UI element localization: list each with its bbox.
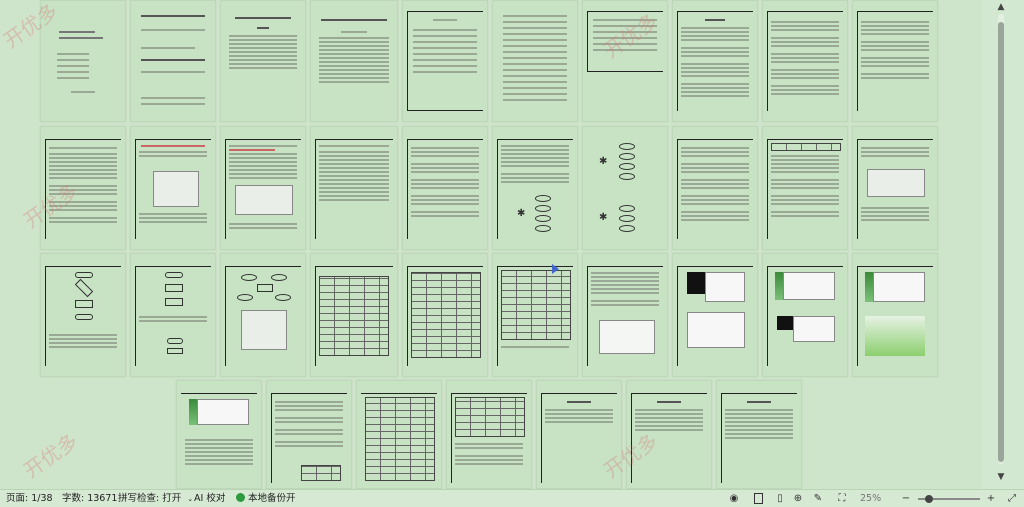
spell-check-toggle[interactable]: 拼写检查: 打开 ⌄ (118, 490, 193, 507)
document-page[interactable] (402, 126, 488, 250)
backup-status-icon (236, 493, 245, 502)
document-page[interactable] (402, 0, 488, 122)
fit-screen-icon[interactable]: ⛶ (836, 493, 848, 505)
document-page[interactable] (130, 253, 216, 377)
read-mode-icon[interactable]: ▯ (774, 493, 786, 505)
document-page[interactable] (762, 253, 848, 377)
document-page[interactable] (220, 126, 306, 250)
document-page[interactable] (582, 253, 668, 377)
document-page[interactable] (40, 253, 126, 377)
scrollbar-thumb[interactable] (998, 22, 1004, 462)
document-page[interactable] (310, 126, 398, 250)
document-canvas[interactable]: ✱ ✱ ✱ 开优多 开优多 开优多 开优多 开优多 (0, 0, 982, 489)
document-page[interactable] (266, 380, 352, 489)
document-page[interactable] (672, 253, 758, 377)
document-page[interactable] (402, 253, 488, 377)
eye-icon[interactable]: ◉ (728, 493, 740, 505)
spell-check-label: 拼写检查: 打开 (118, 493, 182, 504)
document-page[interactable] (672, 0, 758, 122)
document-page[interactable] (130, 126, 216, 250)
word-count[interactable]: 字数: 13671 (62, 490, 117, 507)
plus-icon[interactable]: + (985, 493, 997, 505)
document-page[interactable]: ✱ ✱ (582, 126, 668, 250)
document-page[interactable] (310, 253, 398, 377)
backup-label: 本地备份开 (248, 493, 296, 504)
document-page[interactable]: ✱ (492, 126, 578, 250)
document-page[interactable] (130, 0, 216, 122)
document-page[interactable] (852, 126, 938, 250)
document-page[interactable] (762, 0, 848, 122)
globe-icon[interactable]: ⊕ (792, 493, 804, 505)
document-page[interactable] (492, 253, 578, 377)
chevron-down-icon: ⌄ (187, 495, 194, 503)
document-page[interactable] (220, 253, 306, 377)
zoom-level[interactable]: 25% (860, 490, 881, 507)
watermark-text: 开优多 (19, 428, 83, 483)
page-indicator[interactable]: 页面: 1/38 (6, 490, 53, 507)
vertical-scrollbar[interactable]: ▲ ▼ (982, 0, 1024, 489)
ai-proof-button[interactable]: AI 校对 (194, 490, 225, 507)
scroll-down-icon[interactable]: ▼ (994, 472, 1008, 482)
document-page[interactable] (852, 0, 938, 122)
minus-icon[interactable]: − (900, 493, 912, 505)
document-page[interactable] (672, 126, 758, 250)
zoom-slider-knob[interactable] (925, 495, 933, 503)
pen-icon[interactable]: ✎ (812, 493, 824, 505)
page-view-icon[interactable] (754, 493, 763, 504)
document-page[interactable] (852, 253, 938, 377)
document-page[interactable] (220, 0, 306, 122)
document-page[interactable] (762, 126, 848, 250)
scroll-up-icon[interactable]: ▲ (994, 2, 1008, 12)
document-page[interactable] (492, 0, 578, 122)
fullscreen-icon[interactable]: ⤢ (1006, 493, 1018, 505)
mouse-cursor-icon (552, 264, 559, 274)
document-page[interactable] (446, 380, 532, 489)
status-bar: 页面: 1/38 字数: 13671 拼写检查: 打开 ⌄ AI 校对 本地备份… (0, 489, 1024, 507)
document-page[interactable] (356, 380, 442, 489)
backup-status[interactable]: 本地备份开 (236, 490, 296, 507)
document-page[interactable] (310, 0, 398, 122)
document-page[interactable] (716, 380, 802, 489)
document-page[interactable] (176, 380, 262, 489)
